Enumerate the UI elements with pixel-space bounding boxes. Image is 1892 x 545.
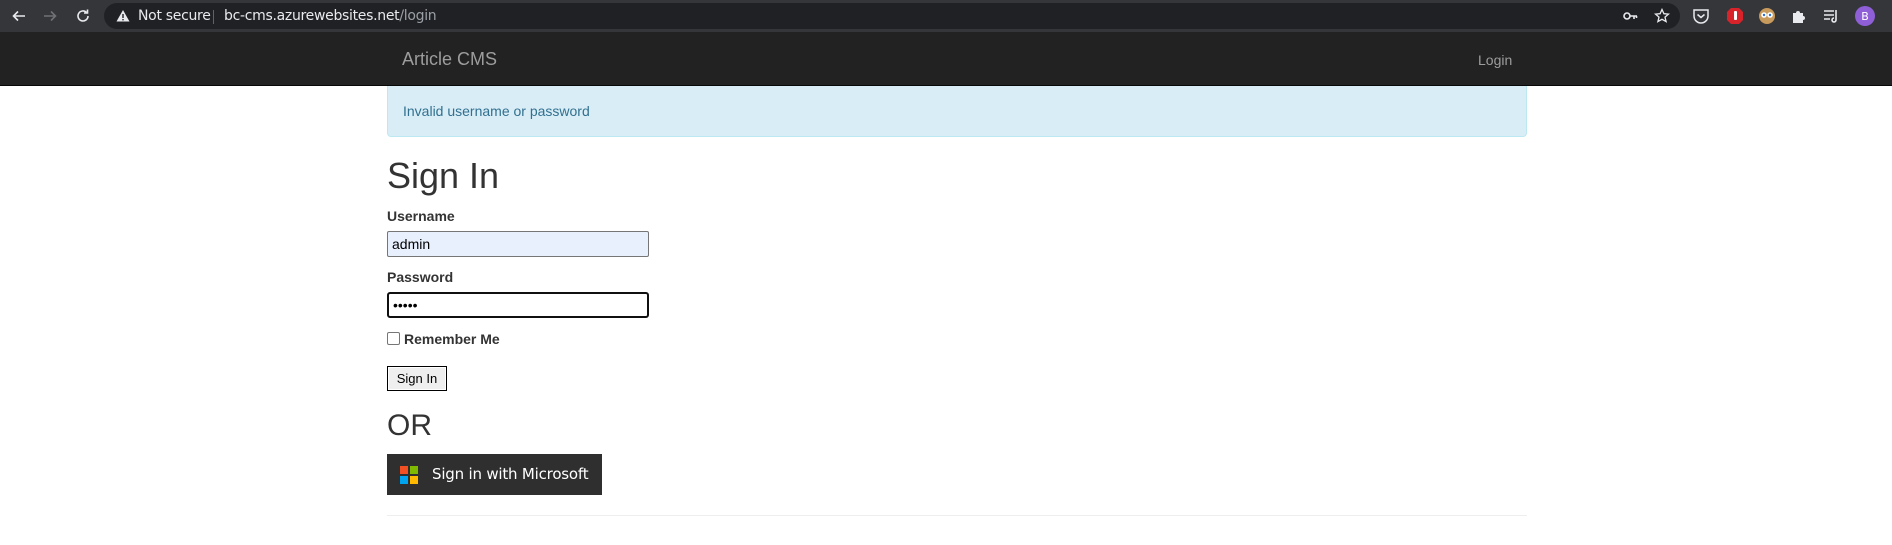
puzzle-icon[interactable]: [1790, 7, 1808, 25]
back-arrow-icon: [12, 10, 25, 22]
owl-extension-icon[interactable]: [1758, 7, 1776, 25]
remember-me-checkbox[interactable]: [387, 332, 400, 345]
username-input[interactable]: [387, 231, 649, 257]
remember-me-label[interactable]: Remember Me: [404, 331, 500, 347]
password-input[interactable]: [387, 292, 649, 318]
back-button[interactable]: [8, 5, 30, 27]
alert-message: Invalid username or password: [403, 103, 590, 119]
microsoft-button-label: Sign in with Microsoft: [432, 465, 589, 483]
error-alert: Invalid username or password: [387, 86, 1527, 137]
or-divider-text: OR: [387, 409, 432, 442]
sign-in-with-microsoft-button[interactable]: Sign in with Microsoft: [387, 454, 602, 495]
security-status[interactable]: Not secure: [138, 8, 211, 24]
footer-divider: [387, 515, 1527, 516]
reload-icon: [77, 9, 89, 22]
site-navbar: Article CMS Login: [0, 32, 1892, 86]
page-title: Sign In: [387, 155, 500, 196]
profile-avatar[interactable]: B: [1855, 6, 1875, 26]
password-label: Password: [387, 269, 454, 285]
url-text[interactable]: bc-cms.azurewebsites.net/login: [224, 8, 437, 24]
sign-in-button[interactable]: Sign In: [387, 366, 447, 391]
forward-arrow-icon: [44, 10, 57, 22]
adblock-icon[interactable]: [1726, 7, 1744, 25]
forward-button[interactable]: [39, 5, 61, 27]
browser-toolbar: Not secure bc-cms.azurewebsites.net/logi…: [0, 0, 1892, 32]
warning-icon: [116, 10, 130, 22]
reload-button[interactable]: [72, 5, 94, 27]
address-bar[interactable]: Not secure bc-cms.azurewebsites.net/logi…: [104, 3, 1680, 29]
microsoft-logo-icon: [400, 466, 418, 484]
url-host: bc-cms.azurewebsites.net: [224, 8, 400, 24]
key-icon[interactable]: [1622, 8, 1638, 24]
nav-login-link[interactable]: Login: [1478, 52, 1512, 68]
star-icon[interactable]: [1654, 8, 1670, 24]
omnibox-separator: [213, 10, 214, 24]
url-path: /login: [399, 8, 437, 24]
reading-list-icon[interactable]: [1822, 7, 1840, 25]
username-label: Username: [387, 208, 455, 224]
pocket-icon[interactable]: [1692, 7, 1710, 25]
brand-link[interactable]: Article CMS: [402, 49, 497, 70]
